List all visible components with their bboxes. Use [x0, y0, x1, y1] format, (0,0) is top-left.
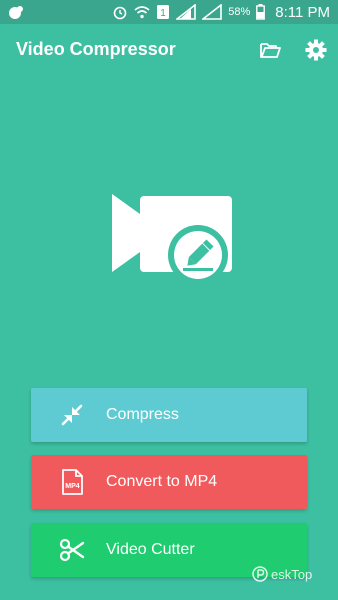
battery-percentage: 58%	[228, 6, 251, 18]
battery-icon	[256, 4, 266, 20]
alarm-icon	[113, 6, 127, 20]
mp4-file-icon: MP4	[62, 469, 83, 495]
notification-icon	[9, 6, 23, 19]
app-title: Video Compressor	[16, 39, 176, 59]
watermark: eskTop	[252, 564, 312, 584]
compress-button[interactable]: Compress	[31, 388, 307, 442]
mp4-icon-text: MP4	[65, 483, 80, 490]
sim-slot-number: 1	[160, 8, 166, 19]
watermark-text: eskTop	[271, 566, 313, 582]
folder-open-icon[interactable]	[258, 38, 282, 62]
gear-icon[interactable]	[304, 38, 328, 62]
status-time: 8:11 PM	[275, 3, 330, 21]
wifi-icon	[134, 6, 150, 19]
signal-icon-secondary	[202, 4, 223, 20]
app-bar: Video Compressor	[0, 24, 338, 76]
scissors-icon	[59, 538, 85, 562]
convert-to-mp4-label: Convert to MP4	[106, 473, 218, 490]
watermark-logo-icon	[252, 566, 268, 582]
convert-to-mp4-button[interactable]: MP4 Convert to MP4	[31, 455, 307, 509]
video-camera-edit-icon	[112, 194, 232, 285]
video-cutter-label: Video Cutter	[106, 541, 195, 558]
signal-icon	[176, 4, 197, 20]
sim-card-icon: 1	[157, 5, 170, 19]
compress-label: Compress	[106, 406, 179, 423]
compress-arrows-icon	[61, 404, 83, 426]
status-bar: 1 58% 8:11 PM	[0, 0, 338, 24]
